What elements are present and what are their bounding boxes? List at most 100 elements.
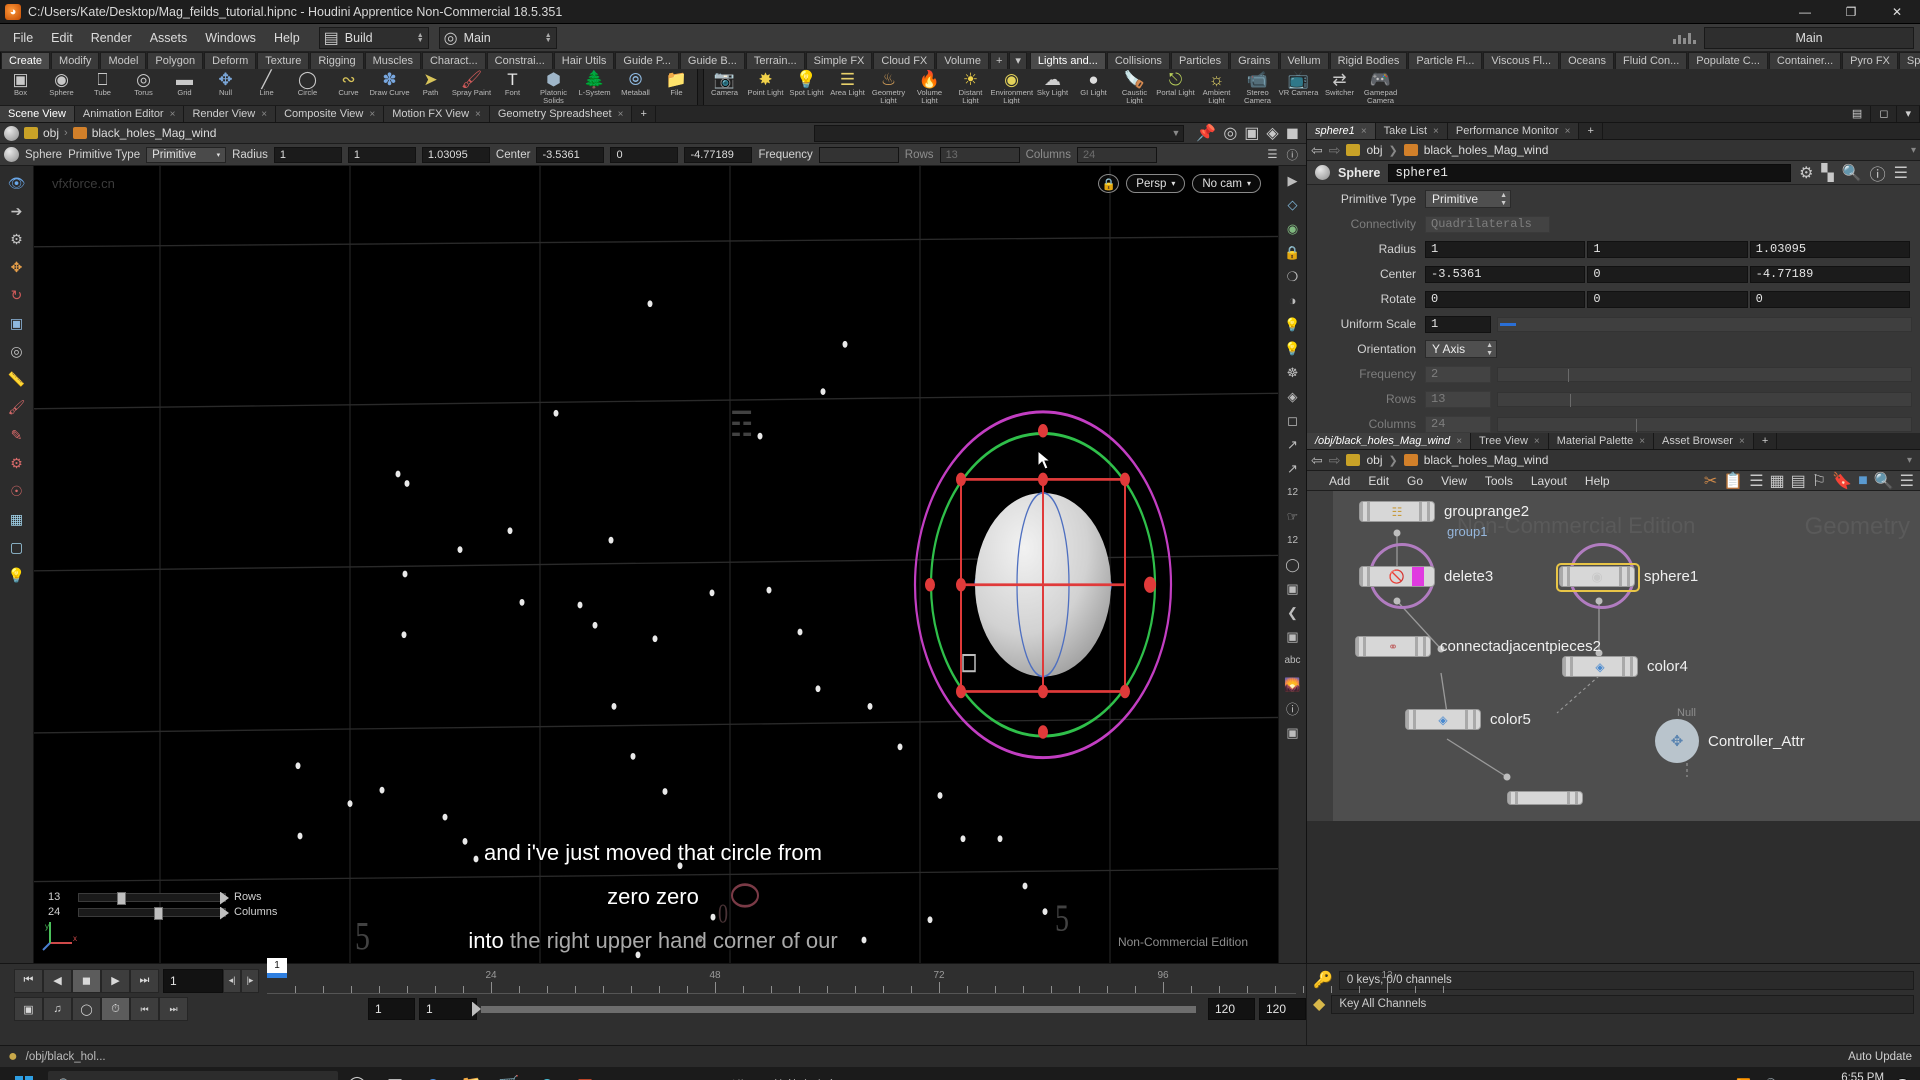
network-menu-view[interactable]: View [1433, 474, 1475, 488]
display-ghost-icon[interactable]: ◉ [1282, 218, 1304, 239]
chrome-icon[interactable]: ◉ [414, 1067, 452, 1080]
materials-icon[interactable]: ◈ [1266, 123, 1278, 143]
shelf-tab-volume[interactable]: Volume [936, 52, 989, 69]
playhead[interactable]: 1 [267, 957, 287, 973]
shelf-tab-character[interactable]: Charact... [421, 52, 486, 69]
forward-arrow-icon[interactable]: ⇨ [1329, 142, 1341, 159]
close-icon[interactable]: × [1534, 434, 1540, 449]
pane-add-tab-button[interactable]: + [632, 106, 656, 122]
auto-update-status[interactable]: Auto Update [1848, 1051, 1912, 1063]
pane-layout-button[interactable]: ▤ [1843, 106, 1872, 122]
paint-tool-icon[interactable]: 🖌 [4, 395, 30, 419]
network-menu-layout[interactable]: Layout [1523, 474, 1575, 488]
shelf-tab-pyro-fx[interactable]: Pyro FX [1842, 52, 1898, 69]
pane-selector-spinner[interactable]: ▲ ▼ [537, 32, 552, 44]
network-menu-icon[interactable]: ☰ [1900, 471, 1914, 491]
viewport-crumb-obj[interactable]: obj [43, 126, 59, 140]
network-menu-add[interactable]: Add [1321, 474, 1358, 488]
copy-icon[interactable]: 📋 [1723, 471, 1743, 491]
op-center-z[interactable]: -4.77189 [684, 146, 753, 163]
pane-tab-render-view[interactable]: Render View × [184, 106, 277, 122]
shelf-tab-rigid-bodies[interactable]: Rigid Bodies [1329, 52, 1408, 69]
shelf-tab-particle-fluids[interactable]: Particle Fl... [1408, 52, 1483, 69]
columns-slider-end-arrow[interactable] [220, 906, 229, 920]
close-icon[interactable]: × [618, 107, 624, 122]
uniform-scale-slider[interactable] [1497, 316, 1912, 332]
jump-to-end-button[interactable]: ⏭ [130, 968, 159, 993]
shelf-tool-file[interactable]: 📁 File [656, 69, 697, 105]
parm-crumb-node[interactable]: black_holes_Mag_wind [1424, 143, 1549, 157]
light-tool-icon[interactable]: 💡 [4, 563, 30, 587]
shelf-tab-create[interactable]: Create [1, 52, 51, 69]
shelf-tool-curve[interactable]: ∾ Curve [328, 69, 369, 105]
key-prev-button[interactable]: ◂| [223, 968, 241, 993]
close-icon[interactable]: × [1739, 434, 1745, 449]
desktop-selector-spinner[interactable]: ▲ ▼ [409, 32, 424, 44]
shelf-tool-l-system[interactable]: 🌲 L-System [574, 69, 615, 105]
network-menu-go[interactable]: Go [1399, 474, 1431, 488]
shelf-tab-rigging[interactable]: Rigging [310, 52, 364, 69]
help-icon[interactable]: ⓘ [1870, 161, 1886, 185]
shelf-tab-hair-utils[interactable]: Hair Utils [553, 52, 615, 69]
menu-help[interactable]: Help [265, 24, 309, 52]
task-view-icon[interactable]: ◫ [376, 1067, 414, 1080]
op-radius-y[interactable]: 1 [347, 146, 416, 163]
list-icon[interactable]: ☰ [1749, 471, 1763, 491]
key-icon[interactable]: 🔑 [1313, 970, 1333, 990]
node-body[interactable]: 🚫 [1359, 566, 1435, 587]
shelf-tool-path[interactable]: ➤ Path [410, 69, 451, 105]
table-layout-icon[interactable]: ▤ [1791, 471, 1806, 491]
shelf-tab-fluid-containers[interactable]: Fluid Con... [1615, 52, 1688, 69]
shelf-tool-portal-light[interactable]: ⎋ Portal Light [1155, 69, 1196, 105]
close-icon[interactable]: × [170, 107, 176, 122]
cut-icon[interactable]: ✂ [1704, 471, 1717, 491]
vertex-numbers-icon[interactable]: 12 [1282, 530, 1304, 551]
pane-menu-button[interactable]: ▾ [1897, 106, 1920, 122]
pane-tab-animation-editor[interactable]: Animation Editor × [74, 106, 185, 122]
shelf-tool-ambient-light[interactable]: ☼ Ambient Light [1196, 69, 1237, 105]
bookmark-icon[interactable]: 🔖 [1832, 471, 1852, 491]
points-display-icon[interactable]: ◻ [1282, 410, 1304, 431]
help-icon[interactable]: ⓘ [1287, 147, 1299, 163]
network-add-tab-button[interactable]: + [1753, 433, 1778, 449]
shelf-tool-tube[interactable]: ⎕ Tube [82, 69, 123, 105]
shelf-tab-model[interactable]: Model [100, 52, 147, 69]
close-icon[interactable]: × [1456, 434, 1462, 449]
text-display-icon[interactable]: abc [1282, 650, 1304, 671]
op-center-x[interactable]: -3.5361 [536, 146, 605, 163]
viewport-crumb-node[interactable]: black_holes_Mag_wind [92, 126, 217, 140]
snap-tool-icon[interactable]: ◎ [4, 339, 30, 363]
current-frame-field[interactable]: 1 [163, 968, 223, 993]
pane-maximize-button[interactable]: ◻ [1871, 106, 1898, 122]
back-arrow-icon[interactable]: ⇦ [1311, 452, 1323, 469]
play-button[interactable]: ▶ [101, 968, 130, 993]
lights-icon[interactable]: 💡 [1282, 314, 1304, 335]
shelf-tool-circle[interactable]: ◯ Circle [287, 69, 328, 105]
minimize-button[interactable]: — [1782, 0, 1828, 24]
shelf-tool-font[interactable]: T Font [492, 69, 533, 105]
shelf-tool-vr-camera[interactable]: 📺 VR Camera [1278, 69, 1319, 105]
angle-display-icon[interactable]: ◯ [1282, 554, 1304, 575]
point-numbers-icon[interactable]: 12 [1282, 482, 1304, 503]
node-sphere1[interactable]: ◉ sphere1 [1556, 563, 1698, 592]
panel-icon[interactable]: ◼ [1286, 123, 1299, 143]
node-body[interactable] [1507, 791, 1583, 805]
handle-tool-icon[interactable]: ⚙ [4, 227, 30, 251]
center-x-field[interactable]: -3.5361 [1425, 265, 1586, 283]
shelf-tool-distant-light[interactable]: ☀ Distant Light [950, 69, 991, 105]
shelf-tool-camera[interactable]: 📷 Camera [704, 69, 745, 105]
shelf-tool-gamepad-camera[interactable]: 🎮 Gamepad Camera [1360, 69, 1401, 105]
materials-display-icon[interactable]: ◈ [1282, 386, 1304, 407]
close-icon[interactable]: × [1565, 124, 1571, 139]
range-start-field[interactable]: 1 [368, 998, 415, 1020]
parm-add-tab-button[interactable]: + [1579, 123, 1603, 139]
shelf-tool-caustic-light[interactable]: 🪚 Caustic Light [1114, 69, 1155, 105]
cortana-icon[interactable]: ◯ [338, 1067, 376, 1080]
search-icon[interactable]: 🔍 [1842, 163, 1862, 183]
edit-tool-icon[interactable]: ⚙ [4, 451, 30, 475]
shelf-tool-grid[interactable]: ▬ Grid [164, 69, 205, 105]
step-back-button[interactable]: ◀ [43, 968, 72, 993]
menu-windows[interactable]: Windows [196, 24, 265, 52]
close-button[interactable]: ✕ [1874, 0, 1920, 24]
shelf-tab-viscous-fluids[interactable]: Viscous Fl... [1483, 52, 1560, 69]
